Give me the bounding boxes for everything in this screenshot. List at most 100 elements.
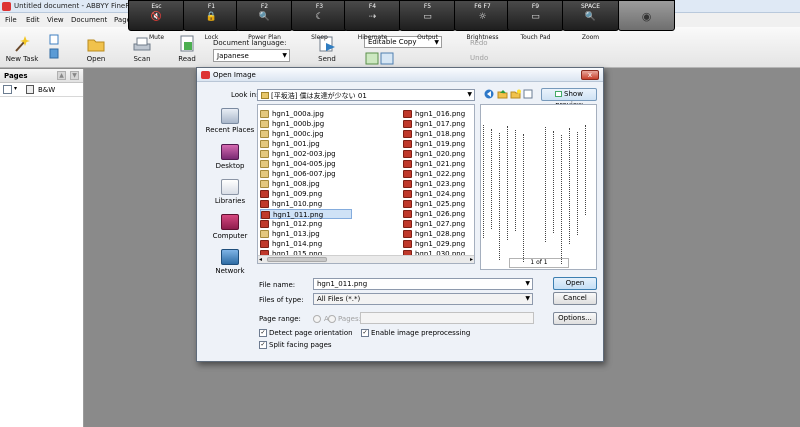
file-item[interactable]: hgn1_024.png <box>403 189 465 199</box>
enable-preprocessing-checkbox[interactable]: ✓ <box>361 329 369 337</box>
place-computer[interactable]: Computer <box>205 214 255 240</box>
cancel-button[interactable]: Cancel <box>553 292 597 305</box>
folder-icon <box>87 39 105 52</box>
close-button[interactable]: x <box>581 70 599 80</box>
file-item[interactable]: hgn1_025.png <box>403 199 465 209</box>
file-item[interactable]: hgn1_021.png <box>403 159 465 169</box>
png-file-icon <box>260 190 269 198</box>
file-list[interactable]: hgn1_000a.jpg hgn1_000b.jpg hgn1_000c.jpg h… <box>257 104 475 264</box>
file-item[interactable]: hgn1_022.png <box>403 169 465 179</box>
jpg-file-icon <box>260 120 269 128</box>
place-libraries[interactable]: Libraries <box>205 179 255 205</box>
chevron-down-icon[interactable]: ▾ <box>14 85 17 92</box>
cancel-button-label: Cancel <box>563 294 587 302</box>
file-item[interactable]: hgn1_001.jpg <box>260 139 320 149</box>
close-icon: x <box>587 71 593 79</box>
page-range-label: Page range: <box>259 315 301 323</box>
split-pages-label: Split facing pages <box>269 341 332 349</box>
file-item[interactable]: hgn1_027.png <box>403 219 465 229</box>
show-preview-toggle[interactable]: Show preview <box>541 88 597 109</box>
file-item[interactable]: hgn1_028.png <box>403 229 465 239</box>
file-item[interactable]: hgn1_012.png <box>260 219 322 229</box>
file-item[interactable]: hgn1_010.png <box>260 199 322 209</box>
open-button[interactable]: Open <box>553 277 597 290</box>
place-recent-places[interactable]: Recent Places <box>205 108 255 134</box>
touchpad-icon: ▭ <box>531 12 540 22</box>
fkey-esc-mute[interactable]: Esc 🔇 Mute <box>128 0 185 41</box>
file-name-input[interactable]: hgn1_011.png ▼ <box>313 278 533 290</box>
file-item[interactable]: hgn1_016.png <box>403 109 465 119</box>
preview-text-column <box>561 135 563 264</box>
document-language-select[interactable]: Japanese ▼ <box>213 49 290 62</box>
file-item[interactable]: hgn1_020.png <box>403 149 465 159</box>
up-folder-icon[interactable] <box>497 89 508 99</box>
open-button[interactable]: Open <box>84 35 108 63</box>
arrow-up-icon[interactable]: ▲ <box>57 71 66 80</box>
scroll-left-icon[interactable]: ◂ <box>259 256 262 263</box>
fkey-f3-sleep[interactable]: F3 ☾ Sleep <box>291 0 348 41</box>
fkey-f9-touch-pad[interactable]: F9 ▭ Touch Pad <box>507 0 564 41</box>
file-item[interactable]: hgn1_017.png <box>403 119 465 129</box>
file-item-label: hgn1_008.jpg <box>272 180 320 188</box>
back-icon[interactable] <box>484 89 495 99</box>
file-item[interactable]: hgn1_009.png <box>260 189 322 199</box>
png-file-icon <box>260 200 269 208</box>
file-item[interactable]: hgn1_019.png <box>403 139 465 149</box>
fkey-f5-output[interactable]: F5 ▭ Output <box>399 0 456 41</box>
file-item[interactable]: hgn1_002-003.jpg <box>260 149 336 159</box>
place-desktop[interactable]: Desktop <box>205 144 255 170</box>
png-file-icon <box>403 150 412 158</box>
page-range-all-radio[interactable] <box>313 315 321 323</box>
file-item-label: hgn1_010.png <box>272 200 323 208</box>
options-button[interactable]: Options... <box>553 312 597 325</box>
file-item[interactable]: hgn1_023.png <box>403 179 465 189</box>
fkey-f9-key: F9 <box>531 3 540 10</box>
file-item[interactable]: hgn1_026.png <box>403 209 465 219</box>
new-task-button[interactable]: New Task <box>5 35 39 63</box>
detect-orientation-checkbox[interactable]: ✓ <box>259 329 267 337</box>
files-of-type-select[interactable]: All Files (*.*) ▼ <box>313 293 533 305</box>
arrow-down-icon[interactable]: ▼ <box>70 71 79 80</box>
file-item[interactable]: hgn1_013.jpg <box>260 229 320 239</box>
menu-edit[interactable]: Edit <box>26 16 40 24</box>
file-item[interactable]: hgn1_000a.jpg <box>260 109 324 119</box>
chevron-down-icon: ▼ <box>467 91 472 98</box>
file-item-label: hgn1_023.png <box>415 180 466 188</box>
split-pages-checkbox[interactable]: ✓ <box>259 341 267 349</box>
horizontal-scrollbar[interactable]: ◂ ▸ <box>258 255 474 263</box>
page-range-input[interactable] <box>360 312 534 324</box>
layout-toggle-icons[interactable] <box>365 52 395 65</box>
file-item-selected[interactable]: hgn1_011.png <box>260 209 352 219</box>
file-item[interactable]: hgn1_018.png <box>403 129 465 139</box>
fkey-f4-hibernate[interactable]: F4 ⇢ Hibernate <box>344 0 401 41</box>
place-network[interactable]: Network <box>205 249 255 275</box>
page-view-icon[interactable] <box>3 85 12 94</box>
fkey-f6-f7-brightness[interactable]: F6 F7 ☼ Brightness <box>454 0 511 41</box>
fkey-f1-lock[interactable]: F1 🔒 Lock <box>183 0 240 41</box>
png-file-icon <box>261 211 270 219</box>
fkey-f2-power-plan[interactable]: F2 🔍 Power Plan <box>236 0 293 41</box>
enable-preprocessing-label: Enable image preprocessing <box>371 329 471 337</box>
menu-document[interactable]: Document <box>71 16 107 24</box>
scroll-right-icon[interactable]: ▸ <box>470 256 473 263</box>
new-folder-icon[interactable] <box>510 89 521 99</box>
file-item[interactable]: hgn1_014.png <box>260 239 322 249</box>
file-item[interactable]: hgn1_008.jpg <box>260 179 320 189</box>
file-item[interactable]: hgn1_006-007.jpg <box>260 169 336 179</box>
view-menu-icon[interactable] <box>523 89 534 99</box>
scrollbar-thumb[interactable] <box>267 257 327 262</box>
menu-file[interactable]: File <box>5 16 17 24</box>
undo-label[interactable]: Undo <box>470 54 488 62</box>
file-item[interactable]: hgn1_029.png <box>403 239 465 249</box>
fkey-extra[interactable]: ◉ <box>618 0 675 31</box>
fkey-space-zoom[interactable]: SPACE 🔍 Zoom <box>562 0 619 41</box>
file-item[interactable]: hgn1_000c.jpg <box>260 129 324 139</box>
look-in-value: [平坂浩] 僕は友達が少ない 01 <box>271 92 367 100</box>
file-item[interactable]: hgn1_000b.jpg <box>260 119 324 129</box>
file-item[interactable]: hgn1_004-005.jpg <box>260 159 336 169</box>
file-item-label: hgn1_019.png <box>415 140 466 148</box>
menu-view[interactable]: View <box>47 16 64 24</box>
look-in-select[interactable]: [平坂浩] 僕は友達が少ない 01 ▼ <box>257 89 475 101</box>
png-file-icon <box>403 140 412 148</box>
page-range-pages-radio[interactable] <box>328 315 336 323</box>
